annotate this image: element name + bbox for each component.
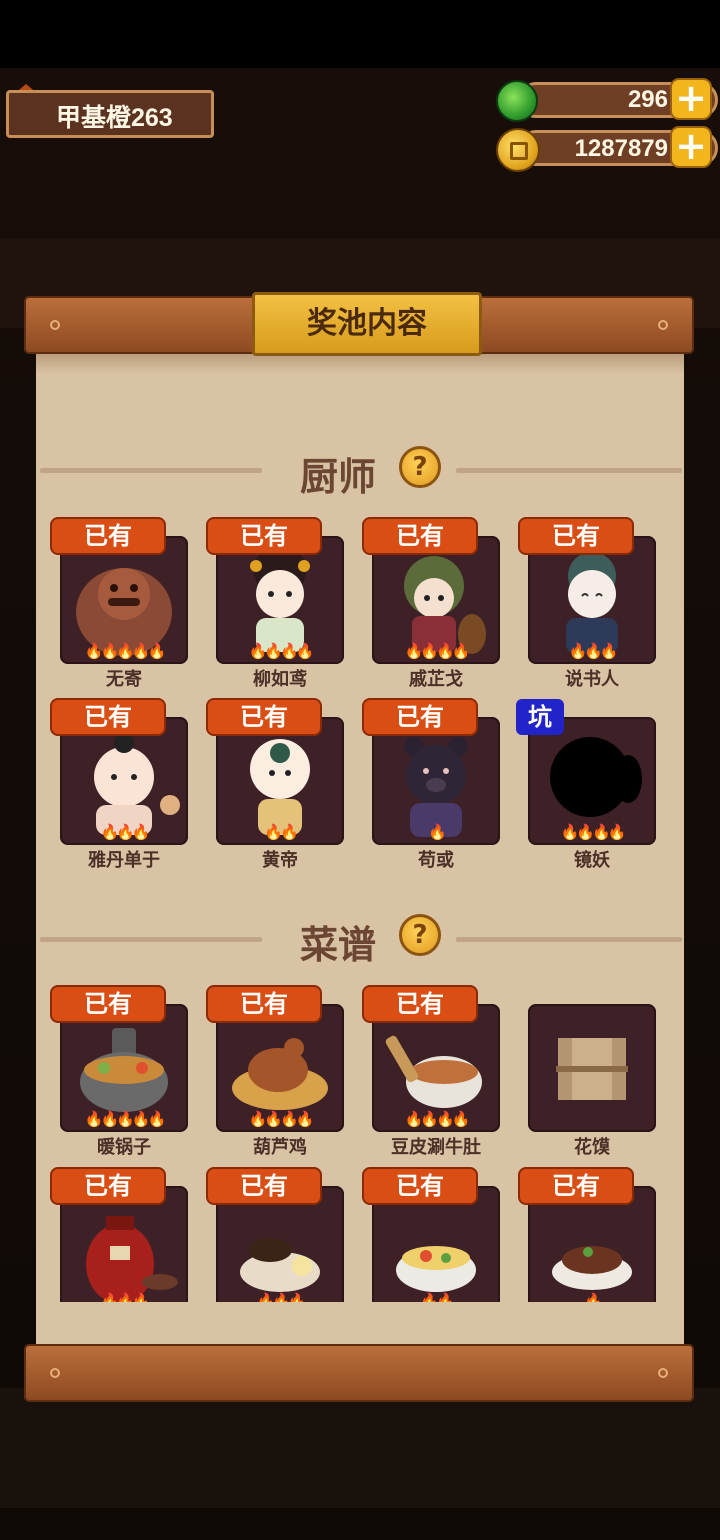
rarity-flames: 🔥🔥🔥🔥🔥: [84, 642, 166, 660]
panel-bottom-scroll: [24, 1344, 694, 1402]
section-title-recipes: 菜谱: [300, 923, 377, 967]
recipe-name: 花馍: [574, 1137, 610, 1158]
owned-badge: 已有: [362, 698, 478, 736]
chef-name: 黄帝: [262, 850, 298, 871]
owned-badge: 已有: [518, 1167, 634, 1205]
recipes-help-icon[interactable]: ?: [399, 914, 441, 956]
rarity-flames: 🔥🔥🔥🔥: [248, 642, 315, 660]
recipe-card[interactable]: 🔥🔥🔥: [216, 1186, 344, 1314]
add-coins-button[interactable]: +: [670, 126, 712, 168]
panel-title: 奖池内容: [252, 292, 482, 356]
divider-right: [456, 468, 682, 473]
chef-name: 说书人: [565, 669, 619, 690]
rarity-flames: 🔥🔥🔥🔥: [404, 1110, 471, 1128]
chef-name: 柳如鸢: [253, 669, 307, 690]
owned-badge: 已有: [50, 517, 166, 555]
chef-card[interactable]: 🔥🔥🔥: [528, 536, 656, 664]
owned-badge: 已有: [206, 517, 322, 555]
recipe-card[interactable]: 🔥🔥🔥🔥: [372, 1004, 500, 1132]
divider-left: [40, 468, 262, 473]
panel-paper-bottom: [36, 1302, 684, 1344]
chef-name: 戚芷戈: [409, 669, 463, 690]
rarity-flames: 🔥🔥🔥: [568, 642, 618, 660]
chef-card[interactable]: 🔥🔥🔥🔥: [216, 536, 344, 664]
chef-card[interactable]: 🔥🔥: [216, 717, 344, 845]
coin-value: 1287879: [574, 135, 668, 162]
owned-badge: 已有: [206, 698, 322, 736]
chefs-help-icon[interactable]: ?: [399, 446, 441, 488]
chef-card-locked[interactable]: 🔥🔥🔥🔥: [528, 717, 656, 845]
chef-name: 镜妖: [574, 850, 610, 871]
chef-card[interactable]: 🔥🔥🔥🔥: [372, 536, 500, 664]
section-title-chefs: 厨师: [300, 455, 377, 499]
gem-icon: [496, 80, 538, 122]
recipe-card-locked[interactable]: [528, 1004, 656, 1132]
rarity-flames: 🔥🔥🔥: [100, 823, 150, 841]
recipe-card[interactable]: 🔥🔥🔥🔥🔥: [60, 1004, 188, 1132]
chef-name: 雅丹单于: [88, 850, 160, 871]
rarity-flames: 🔥: [428, 823, 447, 841]
rarity-flames: 🔥🔥🔥🔥: [404, 642, 471, 660]
owned-badge: 已有: [50, 1167, 166, 1205]
owned-badge: 已有: [206, 985, 322, 1023]
divider-left: [40, 937, 262, 942]
chef-card[interactable]: 🔥🔥🔥🔥🔥: [60, 536, 188, 664]
owned-badge: 已有: [362, 985, 478, 1023]
player-name: 甲基橙263: [56, 104, 173, 132]
divider-right: [456, 937, 682, 942]
recipe-name: 豆皮涮牛肚: [391, 1137, 481, 1158]
coin-icon: [496, 128, 540, 172]
owned-badge: 已有: [50, 985, 166, 1023]
rarity-flames: 🔥🔥🔥🔥🔥: [84, 1110, 166, 1128]
owned-badge: 已有: [206, 1167, 322, 1205]
owned-badge: 已有: [518, 517, 634, 555]
rarity-flames: 🔥🔥: [264, 823, 298, 841]
owned-badge: 已有: [362, 1167, 478, 1205]
recipe-name: 暖锅子: [97, 1137, 151, 1158]
add-gems-button[interactable]: +: [670, 78, 712, 120]
special-badge: 坑: [516, 699, 564, 735]
recipe-card[interactable]: 🔥🔥🔥🔥: [216, 1004, 344, 1132]
chef-name: 无寄: [106, 669, 142, 690]
owned-badge: 已有: [362, 517, 478, 555]
chef-card[interactable]: 🔥: [372, 717, 500, 845]
recipe-card[interactable]: 🔥🔥: [372, 1186, 500, 1314]
rarity-flames: 🔥🔥🔥🔥: [560, 823, 627, 841]
recipe-name: 葫芦鸡: [253, 1137, 307, 1158]
chef-name: 苟或: [418, 850, 454, 871]
recipe-card[interactable]: 🔥🔥🔥: [60, 1186, 188, 1314]
rarity-flames: 🔥🔥🔥🔥: [248, 1110, 315, 1128]
recipe-card[interactable]: 🔥: [528, 1186, 656, 1314]
gem-value: 296: [627, 86, 668, 113]
chef-card[interactable]: 🔥🔥🔥: [60, 717, 188, 845]
owned-badge: 已有: [50, 698, 166, 736]
